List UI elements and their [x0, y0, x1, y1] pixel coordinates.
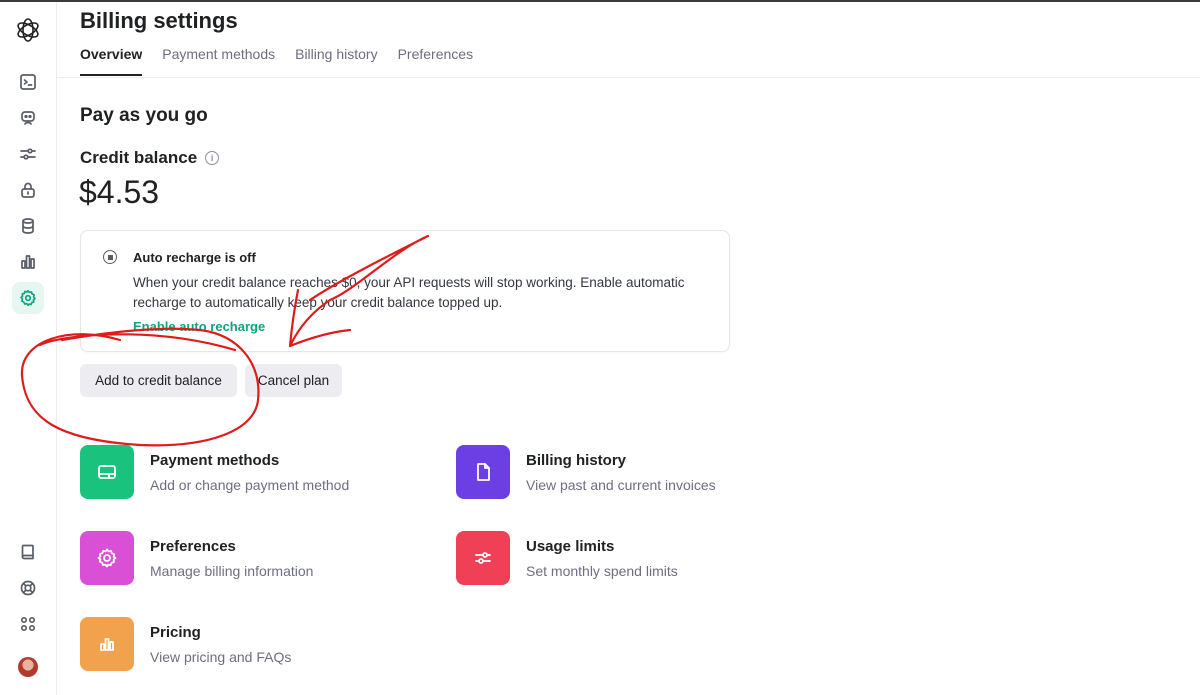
- tile-subtitle: Set monthly spend limits: [526, 563, 678, 579]
- tile-icon-box: [80, 531, 134, 585]
- sidebar: [0, 2, 57, 695]
- sidebar-item-fine-tuning[interactable]: [12, 138, 44, 170]
- auto-recharge-description: When your credit balance reaches $0, you…: [133, 275, 685, 310]
- sidebar-item-docs[interactable]: [12, 536, 44, 568]
- tile-billing-history[interactable]: Billing history View past and current in…: [456, 445, 796, 501]
- page-title: Billing settings: [80, 8, 238, 33]
- apps-grid-icon: [20, 616, 36, 632]
- sidebar-item-settings[interactable]: [12, 282, 44, 314]
- credit-card-icon: [98, 465, 116, 479]
- sidebar-item-playground[interactable]: [12, 66, 44, 98]
- tile-usage-limits[interactable]: Usage limits Set monthly spend limits: [456, 531, 796, 587]
- stop-circle-icon: [103, 250, 117, 264]
- enable-auto-recharge-link[interactable]: Enable auto recharge: [133, 319, 265, 334]
- tile-subtitle: View pricing and FAQs: [150, 649, 292, 665]
- tile-subtitle: Add or change payment method: [150, 477, 350, 493]
- sliders-icon: [20, 148, 36, 160]
- openai-logo-icon[interactable]: [14, 16, 42, 44]
- sidebar-item-help[interactable]: [12, 572, 44, 604]
- tab-overview[interactable]: Overview: [80, 46, 143, 76]
- info-icon[interactable]: i: [205, 151, 220, 165]
- tile-title: Preferences: [150, 538, 236, 555]
- tile-icon-box: [456, 531, 510, 585]
- assistant-bot-icon: [21, 111, 35, 125]
- add-to-credit-balance-button[interactable]: Add to credit balance: [80, 364, 237, 397]
- sidebar-item-api-keys[interactable]: [12, 174, 44, 206]
- bar-chart-icon: [21, 255, 35, 269]
- tile-title: Pricing: [150, 624, 201, 641]
- sliders-icon: [475, 552, 491, 564]
- tab-billing-history[interactable]: Billing history: [295, 46, 377, 76]
- page-header: Billing settings Overview Payment method…: [57, 2, 1200, 78]
- cancel-plan-button[interactable]: Cancel plan: [245, 364, 342, 397]
- auto-recharge-title: Auto recharge is off: [133, 250, 256, 265]
- tile-title: Payment methods: [150, 452, 280, 469]
- tile-title: Usage limits: [526, 538, 615, 555]
- tile-icon-box: [456, 445, 510, 499]
- settings-gear-icon: [20, 289, 36, 307]
- sidebar-item-assistants[interactable]: [12, 102, 44, 134]
- terminal-icon: [20, 74, 36, 90]
- book-icon: [21, 544, 34, 560]
- tab-preferences[interactable]: Preferences: [398, 46, 473, 76]
- tab-payment-methods[interactable]: Payment methods: [162, 46, 275, 76]
- help-lifebuoy-icon: [20, 580, 36, 596]
- tile-pricing[interactable]: Pricing View pricing and FAQs: [80, 617, 420, 673]
- user-avatar[interactable]: [18, 657, 38, 677]
- credit-balance-heading: Credit balance i: [80, 148, 220, 168]
- tile-preferences[interactable]: Preferences Manage billing information: [80, 531, 420, 587]
- tile-payment-methods[interactable]: Payment methods Add or change payment me…: [80, 445, 420, 501]
- tile-subtitle: View past and current invoices: [526, 477, 716, 493]
- tile-title: Billing history: [526, 452, 627, 469]
- database-icon: [22, 218, 34, 234]
- gear-icon: [97, 548, 117, 568]
- auto-recharge-card: Auto recharge is off When your credit ba…: [80, 230, 730, 352]
- lock-icon: [21, 182, 35, 198]
- credit-balance-amount: $4.53: [79, 174, 160, 210]
- tile-subtitle: Manage billing information: [150, 563, 314, 579]
- sidebar-item-usage[interactable]: [12, 246, 44, 278]
- credit-balance-label: Credit balance: [80, 148, 198, 167]
- document-icon: [477, 463, 490, 481]
- bar-chart-icon: [100, 638, 114, 651]
- sidebar-item-apps[interactable]: [12, 608, 44, 640]
- section-title: Pay as you go: [80, 105, 208, 126]
- tile-icon-box: [80, 445, 134, 499]
- tile-icon-box: [80, 617, 134, 671]
- sidebar-item-storage[interactable]: [12, 210, 44, 242]
- tab-bar: Overview Payment methods Billing history…: [80, 46, 473, 76]
